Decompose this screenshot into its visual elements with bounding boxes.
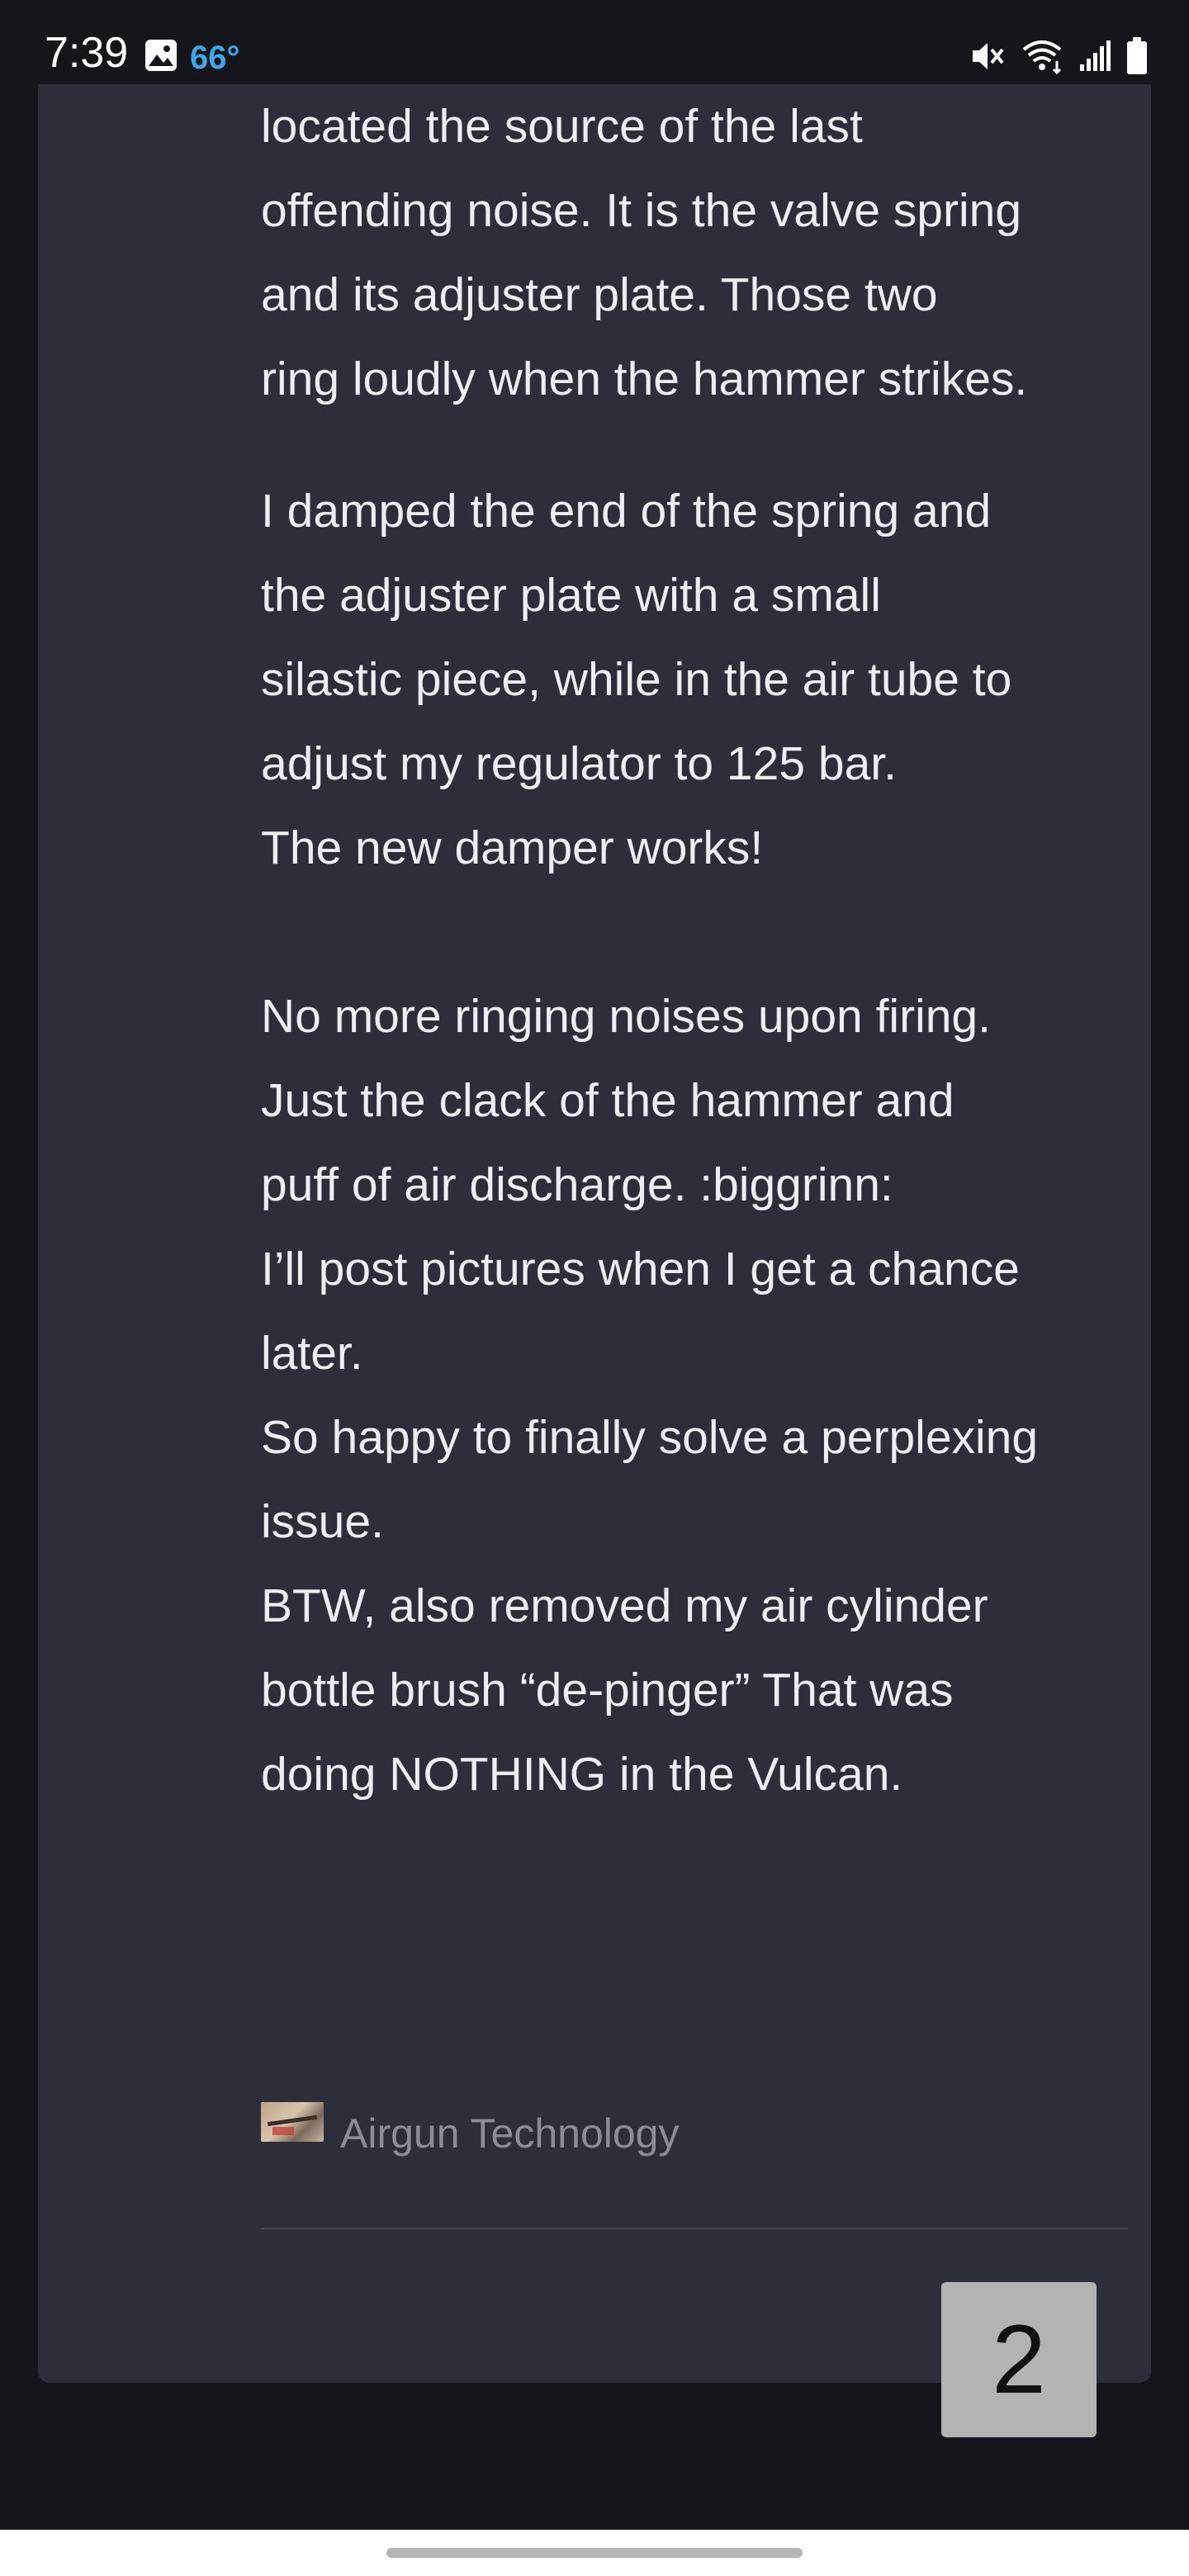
divider: [261, 2228, 1128, 2229]
embed-link-label: Airgun Technology: [340, 2110, 680, 2157]
post-line: later.: [261, 1327, 363, 1380]
post-line: silastic piece, while in the air tube to: [261, 653, 1012, 706]
post-line: puff of air discharge. :biggrinn:: [261, 1158, 893, 1211]
post-line: No more ringing noises upon firing.: [261, 990, 991, 1043]
page-number-button[interactable]: 2: [941, 2282, 1097, 2437]
status-icons: [969, 33, 1148, 79]
post-line: bottle brush “de-pinger” That was: [261, 1664, 954, 1717]
post-line: Just the clack of the hammer and: [261, 1074, 955, 1127]
status-bar: 7:39 66°: [0, 0, 1189, 84]
post-paragraph: BTW, also removed my air cylinder bottle…: [261, 1564, 988, 1816]
post-line: located the source of the last: [261, 100, 863, 153]
post-line: and its adjuster plate. Those two: [261, 268, 938, 321]
post-line: I’ll post pictures when I get a chance: [261, 1243, 1020, 1295]
wifi-icon: [1022, 40, 1062, 74]
post-paragraph: I’ll post pictures when I get a chance l…: [261, 1227, 1020, 1395]
post-line: ring loudly when the hammer strikes.: [261, 353, 1028, 405]
post-line: I damped the end of the spring and: [261, 485, 992, 537]
post-paragraph: No more ringing noises upon firing. Just…: [261, 974, 991, 1227]
post-paragraph: located the source of the last offending…: [261, 84, 1027, 421]
home-indicator[interactable]: [386, 2548, 803, 2558]
post-line: the adjuster plate with a small: [261, 569, 881, 622]
mute-icon: [973, 43, 1004, 69]
post-line: offending noise. It is the valve spring: [261, 184, 1022, 237]
battery-icon: [1127, 37, 1147, 74]
post-paragraph: I damped the end of the spring and the a…: [261, 469, 1011, 890]
airgun-thumbnail-image: [261, 2102, 324, 2142]
gallery-icon: [145, 40, 177, 71]
post-line: issue.: [261, 1495, 384, 1548]
post-line: doing NOTHING in the Vulcan.: [261, 1748, 903, 1801]
status-time: 7:39: [45, 29, 129, 77]
post-line: adjust my regulator to 125 bar.: [261, 737, 897, 790]
post-line: The new damper works!: [261, 822, 764, 874]
signal-icon: [1080, 40, 1111, 71]
post-card: located the source of the last offending…: [38, 84, 1151, 2383]
post-line: BTW, also removed my air cylinder: [261, 1579, 988, 1632]
airgun-technology-link[interactable]: Airgun Technology: [261, 2089, 680, 2157]
temperature-label: 66°: [190, 40, 240, 76]
post-paragraph: So happy to finally solve a perplexing i…: [261, 1395, 1038, 1564]
post-line: So happy to finally solve a perplexing: [261, 1411, 1039, 1464]
navigation-bar: [0, 2530, 1189, 2576]
